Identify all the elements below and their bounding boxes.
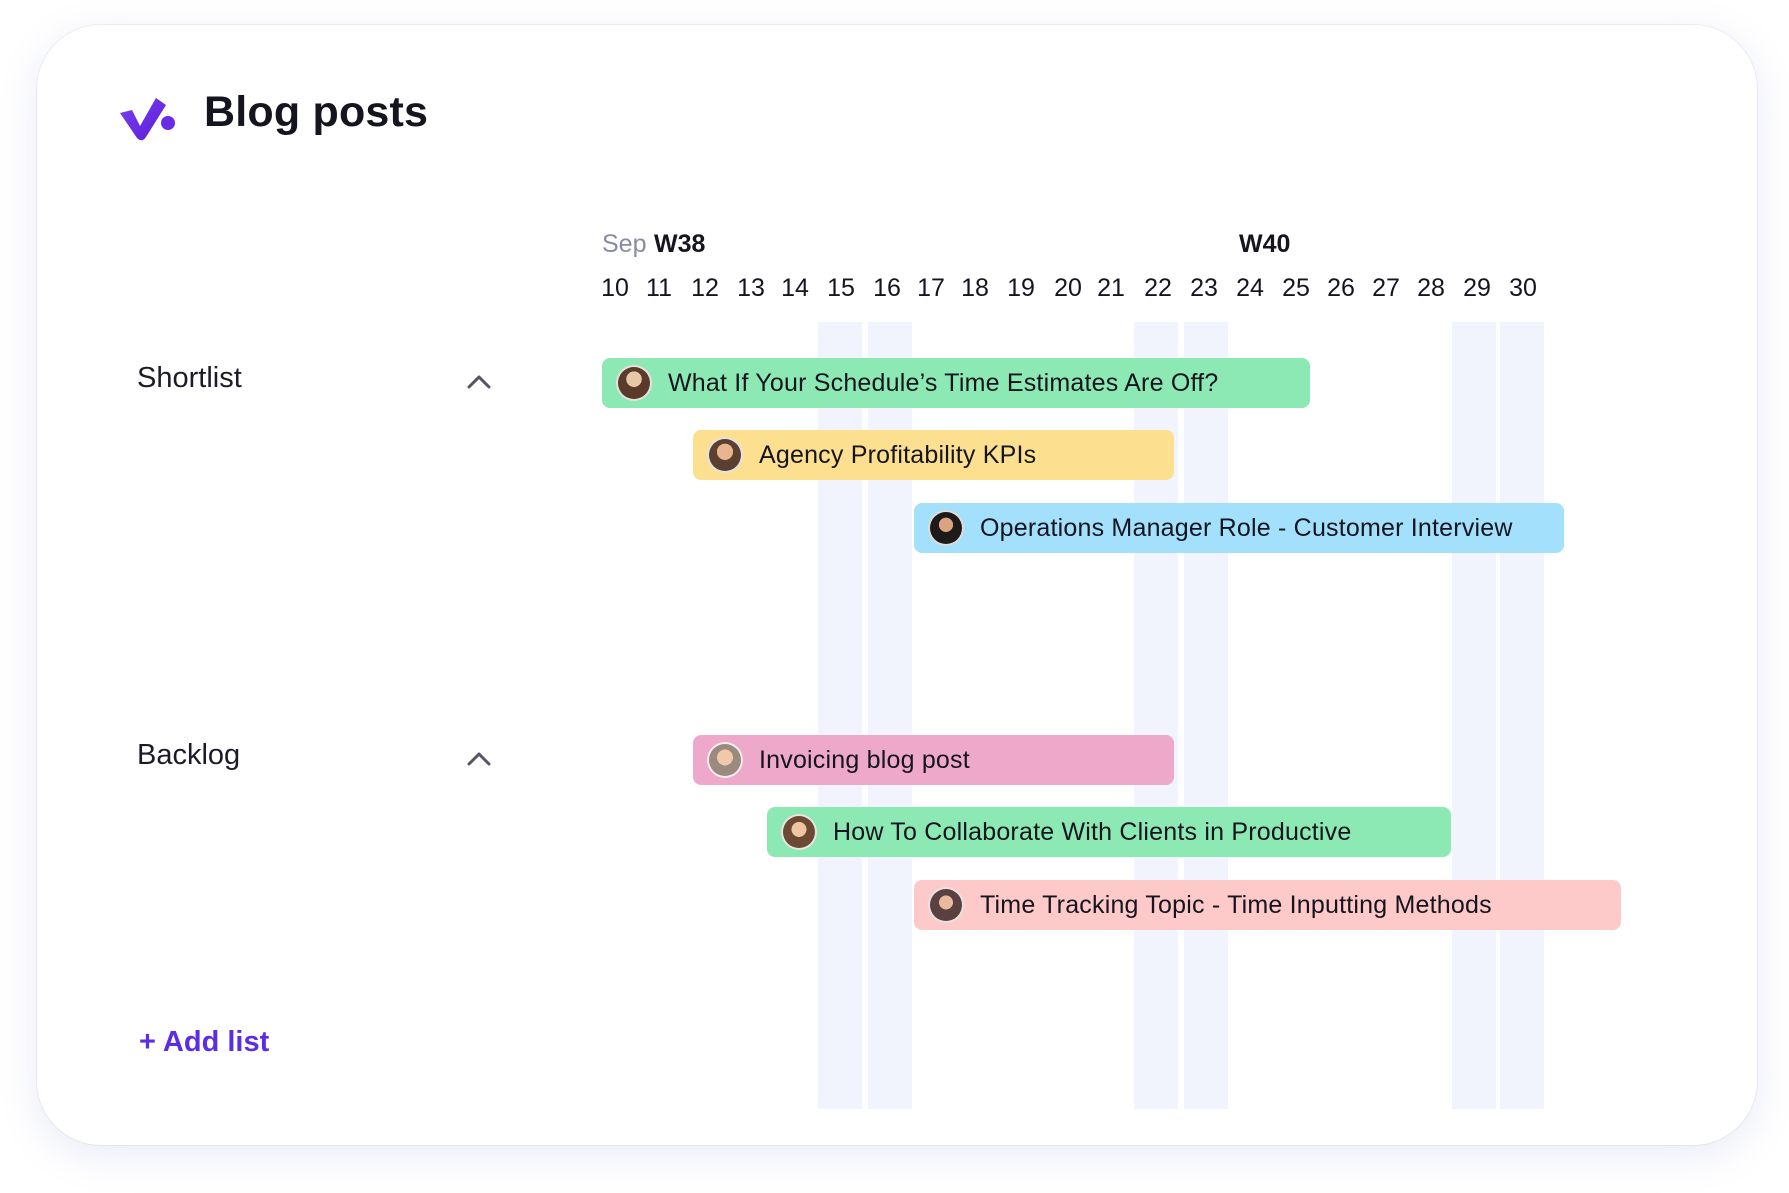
- day-label: 13: [737, 274, 765, 302]
- day-label: 15: [827, 274, 855, 302]
- day-label: 21: [1097, 274, 1125, 302]
- task-title: Invoicing blog post: [759, 745, 970, 774]
- avatar: [928, 887, 964, 923]
- day-label: 18: [961, 274, 989, 302]
- task-bar[interactable]: What If Your Schedule’s Time Estimates A…: [602, 358, 1310, 408]
- day-label: 17: [917, 274, 945, 302]
- avatar: [707, 437, 743, 473]
- month-label: Sep: [602, 230, 647, 258]
- day-label: 20: [1054, 274, 1082, 302]
- task-title: How To Collaborate With Clients in Produ…: [833, 817, 1352, 846]
- task-bar[interactable]: Operations Manager Role - Customer Inter…: [914, 503, 1564, 553]
- day-label: 26: [1327, 274, 1355, 302]
- day-label: 25: [1282, 274, 1310, 302]
- day-label: 23: [1190, 274, 1218, 302]
- day-label: 16: [873, 274, 901, 302]
- avatar: [707, 742, 743, 778]
- weekend-column: [1500, 322, 1544, 1109]
- page-title: Blog posts: [204, 88, 429, 136]
- avatar: [781, 814, 817, 850]
- week-label: W40: [1239, 230, 1291, 258]
- day-label: 29: [1463, 274, 1491, 302]
- chevron-up-icon[interactable]: [466, 372, 492, 390]
- task-bar[interactable]: How To Collaborate With Clients in Produ…: [767, 807, 1451, 857]
- group-label-backlog: Backlog: [137, 739, 241, 771]
- chevron-up-icon[interactable]: [466, 749, 492, 767]
- group-label-shortlist: Shortlist: [137, 362, 242, 394]
- weekend-column: [1452, 322, 1496, 1109]
- day-label: 12: [691, 274, 719, 302]
- task-bar[interactable]: Invoicing blog post: [693, 735, 1174, 785]
- task-bar[interactable]: Agency Profitability KPIs: [693, 430, 1174, 480]
- day-label: 19: [1007, 274, 1035, 302]
- day-label: 27: [1372, 274, 1400, 302]
- avatar: [928, 510, 964, 546]
- day-label: 14: [781, 274, 809, 302]
- add-list-button[interactable]: + Add list: [139, 1026, 269, 1059]
- day-label: 28: [1417, 274, 1445, 302]
- task-title: Operations Manager Role - Customer Inter…: [980, 513, 1513, 542]
- day-label: 22: [1144, 274, 1172, 302]
- task-title: Time Tracking Topic - Time Inputting Met…: [980, 890, 1492, 919]
- weekend-column: [1184, 322, 1228, 1109]
- task-title: What If Your Schedule’s Time Estimates A…: [668, 368, 1219, 397]
- avatar: [616, 365, 652, 401]
- task-bar[interactable]: Time Tracking Topic - Time Inputting Met…: [914, 880, 1621, 930]
- day-label: 30: [1509, 274, 1537, 302]
- task-title: Agency Profitability KPIs: [759, 440, 1037, 469]
- productive-logo-icon: [120, 98, 175, 141]
- week-label: W38: [654, 230, 706, 258]
- day-label: 24: [1236, 274, 1264, 302]
- day-label: 10: [601, 274, 629, 302]
- day-label: 11: [646, 274, 672, 302]
